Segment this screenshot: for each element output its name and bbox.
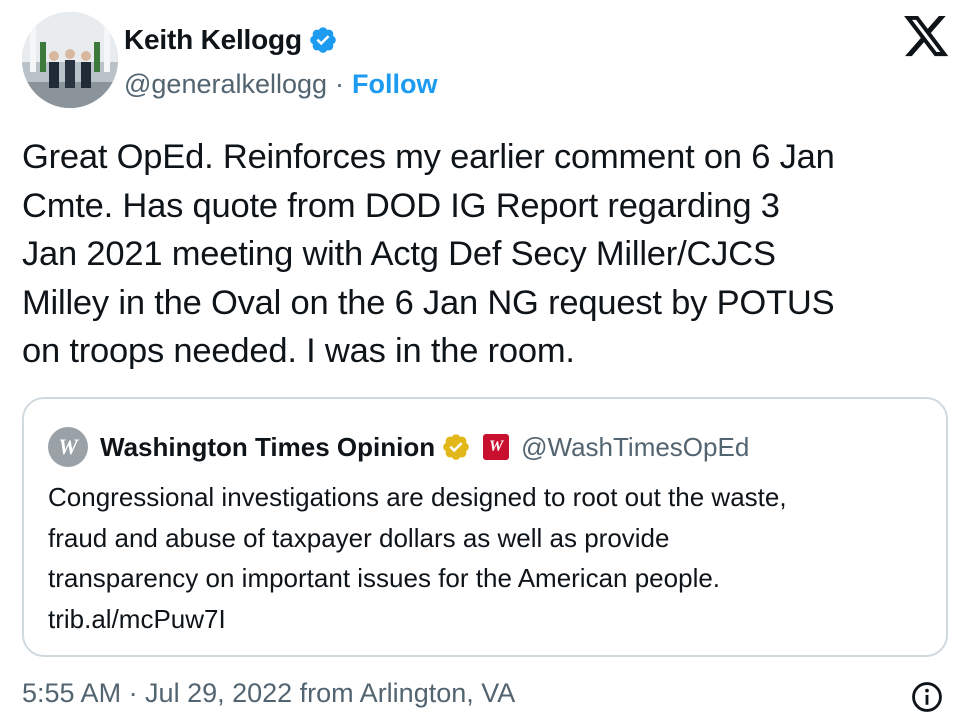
info-icon[interactable] <box>910 680 944 714</box>
quoted-tweet[interactable]: W Washington Times Opinion W @WashTimesO… <box>22 397 948 657</box>
tweet-text-line: Milley in the Oval on the 6 Jan NG reque… <box>22 283 835 322</box>
x-logo-icon[interactable] <box>904 16 950 58</box>
quoted-author-name[interactable]: Washington Times Opinion <box>100 432 435 463</box>
gold-verified-badge-icon <box>441 432 471 462</box>
tweet-card: Keith Kellogg @generalkellogg · Follow G… <box>0 0 966 722</box>
tweet-text: Great OpEd. Reinforces my earlier commen… <box>22 133 952 376</box>
quoted-author-avatar[interactable]: W <box>48 427 88 467</box>
follow-button[interactable]: Follow <box>352 69 437 100</box>
author-handle[interactable]: @generalkellogg <box>124 69 327 100</box>
tweet-text-line: Great OpEd. Reinforces my earlier commen… <box>22 138 835 176</box>
quoted-text-line: transparency on important issues for the… <box>48 563 721 593</box>
author-name[interactable]: Keith Kellogg <box>124 24 302 56</box>
separator-dot: · <box>335 68 345 99</box>
quoted-text-line: Congressional investigations are designe… <box>48 482 787 512</box>
quoted-tweet-text: Congressional investigations are designe… <box>48 477 928 639</box>
tweet-timestamp[interactable]: 5:55 AM · Jul 29, 2022 from Arlington, V… <box>22 678 515 709</box>
author-avatar[interactable] <box>22 12 118 108</box>
affiliate-badge-icon: W <box>483 434 510 460</box>
tweet-text-line: Cmte. Has quote from DOD IG Report regar… <box>22 186 780 225</box>
verified-badge-icon <box>308 25 338 55</box>
author-handle-row: @generalkellogg · Follow <box>124 66 438 102</box>
quoted-tweet-header: W Washington Times Opinion W @WashTimesO… <box>48 427 749 467</box>
quoted-author-handle[interactable]: @WashTimesOpEd <box>521 432 749 463</box>
quoted-link[interactable]: trib.al/mcPuw7I <box>48 599 928 640</box>
quoted-text-line: fraud and abuse of taxpayer dollars as w… <box>48 522 670 553</box>
tweet-text-line: Jan 2021 meeting with Actg Def Secy Mill… <box>22 235 776 273</box>
author-name-row: Keith Kellogg <box>124 22 338 58</box>
tweet-text-line: on troops needed. I was in the room. <box>22 332 575 370</box>
